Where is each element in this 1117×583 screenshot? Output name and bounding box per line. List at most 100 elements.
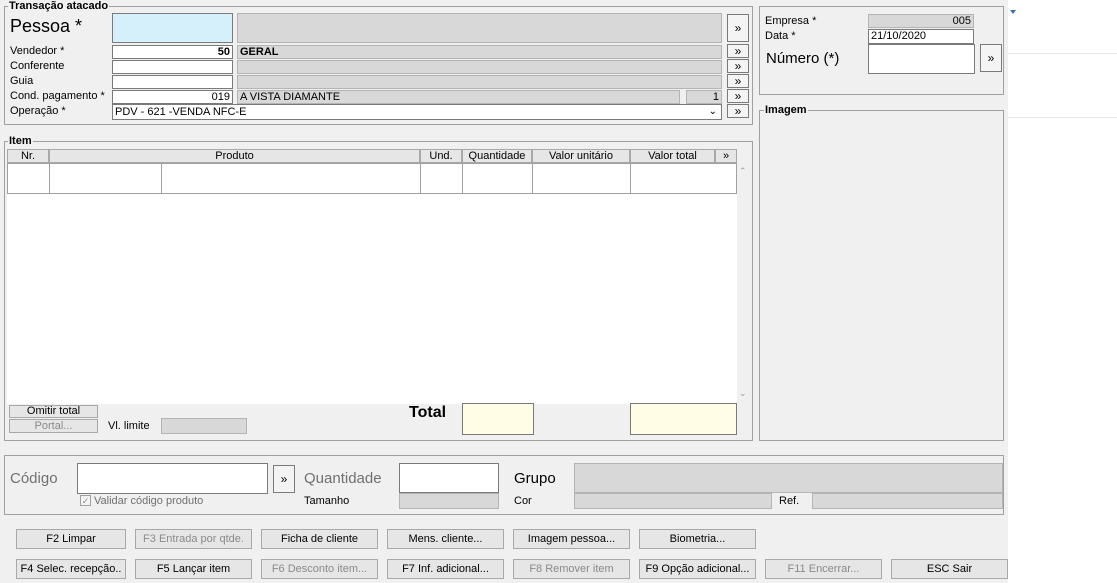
vendedor-label: Vendedor * bbox=[10, 45, 65, 57]
cor-label: Cor bbox=[514, 495, 532, 507]
validar-codigo-checkbox[interactable]: ✓ bbox=[80, 495, 91, 506]
ref-label: Ref. bbox=[779, 495, 800, 507]
codigo-search-button[interactable]: » bbox=[273, 465, 295, 493]
quantidade-input[interactable] bbox=[399, 463, 499, 493]
operacao-select[interactable]: PDV - 621 -VENDA NFC-E ⌄ bbox=[112, 104, 722, 120]
vl-limite-field bbox=[161, 418, 247, 434]
main-window: Transação atacado Pessoa * » Vendedor * … bbox=[0, 0, 1008, 583]
chevron-down-icon: ⌄ bbox=[708, 106, 717, 117]
col-header-und[interactable]: Und. bbox=[420, 149, 462, 163]
omitir-total-button[interactable]: Omitir total bbox=[9, 405, 98, 418]
chevron-right-icon: » bbox=[734, 89, 742, 103]
empresa-label: Empresa * bbox=[765, 15, 817, 27]
scroll-up-icon[interactable]: ⌃ bbox=[739, 166, 747, 177]
col-header-quantidade[interactable]: Quantidade bbox=[462, 149, 532, 163]
codigo-label: Código bbox=[10, 470, 58, 487]
col-header-more[interactable]: » bbox=[715, 149, 737, 163]
col-header-valor-unitario[interactable]: Valor unitário bbox=[532, 149, 630, 163]
conferente-search-button[interactable]: » bbox=[727, 59, 749, 73]
chevron-right-icon: » bbox=[280, 472, 288, 486]
ref-field bbox=[812, 493, 1003, 509]
conferente-input[interactable] bbox=[112, 60, 233, 74]
empresa-field: 005 bbox=[868, 14, 974, 28]
col-header-valor-total[interactable]: Valor total bbox=[630, 149, 715, 163]
limpar-button[interactable]: F2 Limpar bbox=[16, 529, 126, 549]
transacao-group-title: Transação atacado bbox=[8, 0, 110, 12]
item-grid-scrollbar[interactable]: ⌃ ⌄ bbox=[737, 164, 749, 404]
conferente-name-field bbox=[237, 60, 722, 74]
codigo-input[interactable] bbox=[77, 463, 268, 494]
pessoa-search-button[interactable]: » bbox=[727, 14, 749, 42]
numero-search-button[interactable]: » bbox=[980, 44, 1002, 72]
selec-recepcao-button[interactable]: F4 Selec. recepção.. bbox=[16, 559, 126, 579]
encerrar-button[interactable]: F11 Encerrar... bbox=[765, 559, 882, 579]
lancar-item-button[interactable]: F5 Lançar item bbox=[135, 559, 252, 579]
chevron-right-icon: » bbox=[734, 21, 742, 35]
cond-pagamento-label: Cond. pagamento * bbox=[10, 90, 105, 102]
table-cell[interactable] bbox=[420, 163, 463, 194]
cond-pagamento-code-input[interactable]: 019 bbox=[112, 90, 233, 104]
chevron-right-icon: » bbox=[734, 59, 742, 73]
imagem-pessoa-button[interactable]: Imagem pessoa... bbox=[513, 529, 630, 549]
item-group-title: Item bbox=[8, 135, 33, 147]
guia-search-button[interactable]: » bbox=[727, 74, 749, 88]
entrada-por-qtde-button[interactable]: F3 Entrada por qtde. bbox=[135, 529, 252, 549]
background-area bbox=[1008, 0, 1117, 583]
conferente-label: Conferente bbox=[10, 60, 65, 72]
tamanho-label: Tamanho bbox=[304, 495, 350, 507]
col-header-produto[interactable]: Produto bbox=[49, 149, 420, 163]
cor-field bbox=[574, 493, 772, 509]
vendedor-search-button[interactable]: » bbox=[727, 44, 749, 58]
table-cell[interactable] bbox=[532, 163, 631, 194]
operacao-search-button[interactable]: » bbox=[727, 104, 749, 118]
guia-name-field bbox=[237, 75, 722, 89]
table-cell[interactable] bbox=[7, 163, 50, 194]
total-valor-field bbox=[630, 403, 737, 435]
data-label: Data * bbox=[765, 30, 796, 42]
sair-button[interactable]: ESC Sair bbox=[891, 559, 1008, 579]
biometria-button[interactable]: Biometria... bbox=[639, 529, 756, 549]
remover-item-button[interactable]: F8 Remover item bbox=[513, 559, 630, 579]
background-divider bbox=[1008, 117, 1117, 118]
caret-down-icon[interactable] bbox=[1010, 10, 1016, 14]
col-header-nr[interactable]: Nr. bbox=[7, 149, 49, 163]
total-label: Total bbox=[409, 404, 447, 421]
mens-cliente-button[interactable]: Mens. cliente... bbox=[387, 529, 504, 549]
numero-label: Número (*) bbox=[766, 50, 840, 67]
vl-limite-label: Vl. limite bbox=[108, 420, 150, 432]
cond-pagamento-name-field: A VISTA DIAMANTE bbox=[237, 90, 680, 104]
chevron-right-icon: » bbox=[734, 104, 742, 118]
ficha-de-cliente-button[interactable]: Ficha de cliente bbox=[261, 529, 378, 549]
scroll-down-icon[interactable]: ⌄ bbox=[739, 388, 747, 399]
table-cell[interactable] bbox=[161, 163, 421, 194]
total-quantidade-field bbox=[462, 403, 534, 435]
cond-pagamento-search-button[interactable]: » bbox=[727, 89, 749, 103]
inf-adicional-button[interactable]: F7 Inf. adicional... bbox=[387, 559, 504, 579]
table-cell[interactable] bbox=[49, 163, 162, 194]
background-divider bbox=[1008, 53, 1117, 54]
cond-pagamento-parcelas-field: 1 bbox=[686, 90, 722, 104]
table-cell[interactable] bbox=[630, 163, 737, 194]
chevron-right-icon: » bbox=[734, 44, 742, 58]
portal-button[interactable]: Portal... bbox=[9, 419, 98, 433]
operacao-label: Operação * bbox=[10, 105, 66, 117]
validar-codigo-label: Validar código produto bbox=[94, 495, 204, 507]
pessoa-label-text: Pessoa * bbox=[10, 16, 83, 36]
operacao-select-value: PDV - 621 -VENDA NFC-E bbox=[115, 106, 247, 118]
table-cell[interactable] bbox=[462, 163, 533, 194]
guia-label: Guia bbox=[10, 75, 34, 87]
data-input[interactable]: 21/10/2020 bbox=[868, 29, 974, 44]
numero-input[interactable] bbox=[868, 44, 975, 74]
grupo-label: Grupo bbox=[514, 470, 556, 487]
imagem-group-title: Imagem bbox=[764, 104, 808, 116]
desconto-item-button[interactable]: F6 Desconto item... bbox=[261, 559, 378, 579]
pessoa-name-field bbox=[237, 13, 722, 43]
guia-input[interactable] bbox=[112, 75, 233, 89]
imagem-group bbox=[759, 110, 1004, 441]
chevron-right-icon: » bbox=[987, 51, 995, 65]
chevron-right-icon: » bbox=[734, 74, 742, 88]
pessoa-input[interactable] bbox=[112, 13, 233, 43]
vendedor-code-input[interactable]: 50 bbox=[112, 45, 233, 59]
opcao-adicional-button[interactable]: F9 Opção adicional... bbox=[639, 559, 756, 579]
quantidade-label: Quantidade bbox=[304, 470, 382, 487]
